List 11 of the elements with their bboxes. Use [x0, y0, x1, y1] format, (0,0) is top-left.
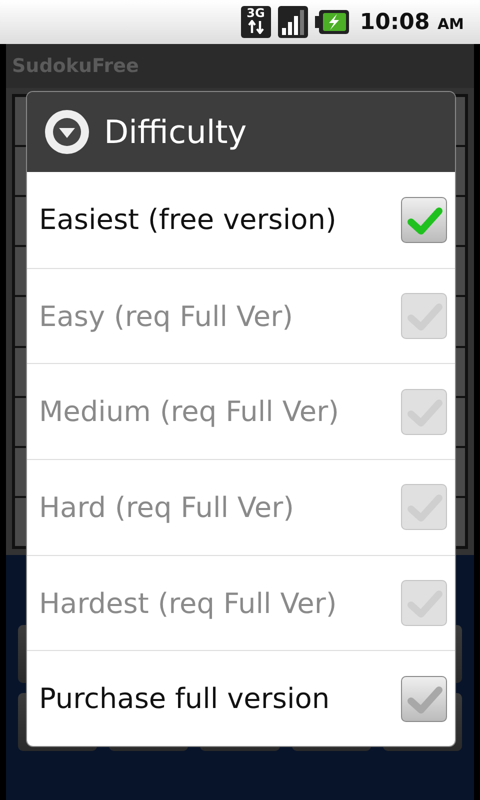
difficulty-option[interactable]: Purchase full version — [27, 650, 455, 746]
clock: 10:08 AM — [360, 10, 464, 34]
difficulty-option[interactable]: Easiest (free version) — [27, 172, 455, 268]
network-type: 3G — [246, 7, 265, 20]
battery-icon — [314, 9, 349, 35]
dialog-title: Difficulty — [104, 113, 247, 151]
checkbox[interactable] — [401, 196, 447, 243]
dropdown-icon — [44, 109, 90, 155]
checkbox[interactable] — [401, 676, 447, 722]
data-arrows-icon — [246, 20, 266, 34]
signal-icon — [278, 6, 308, 38]
